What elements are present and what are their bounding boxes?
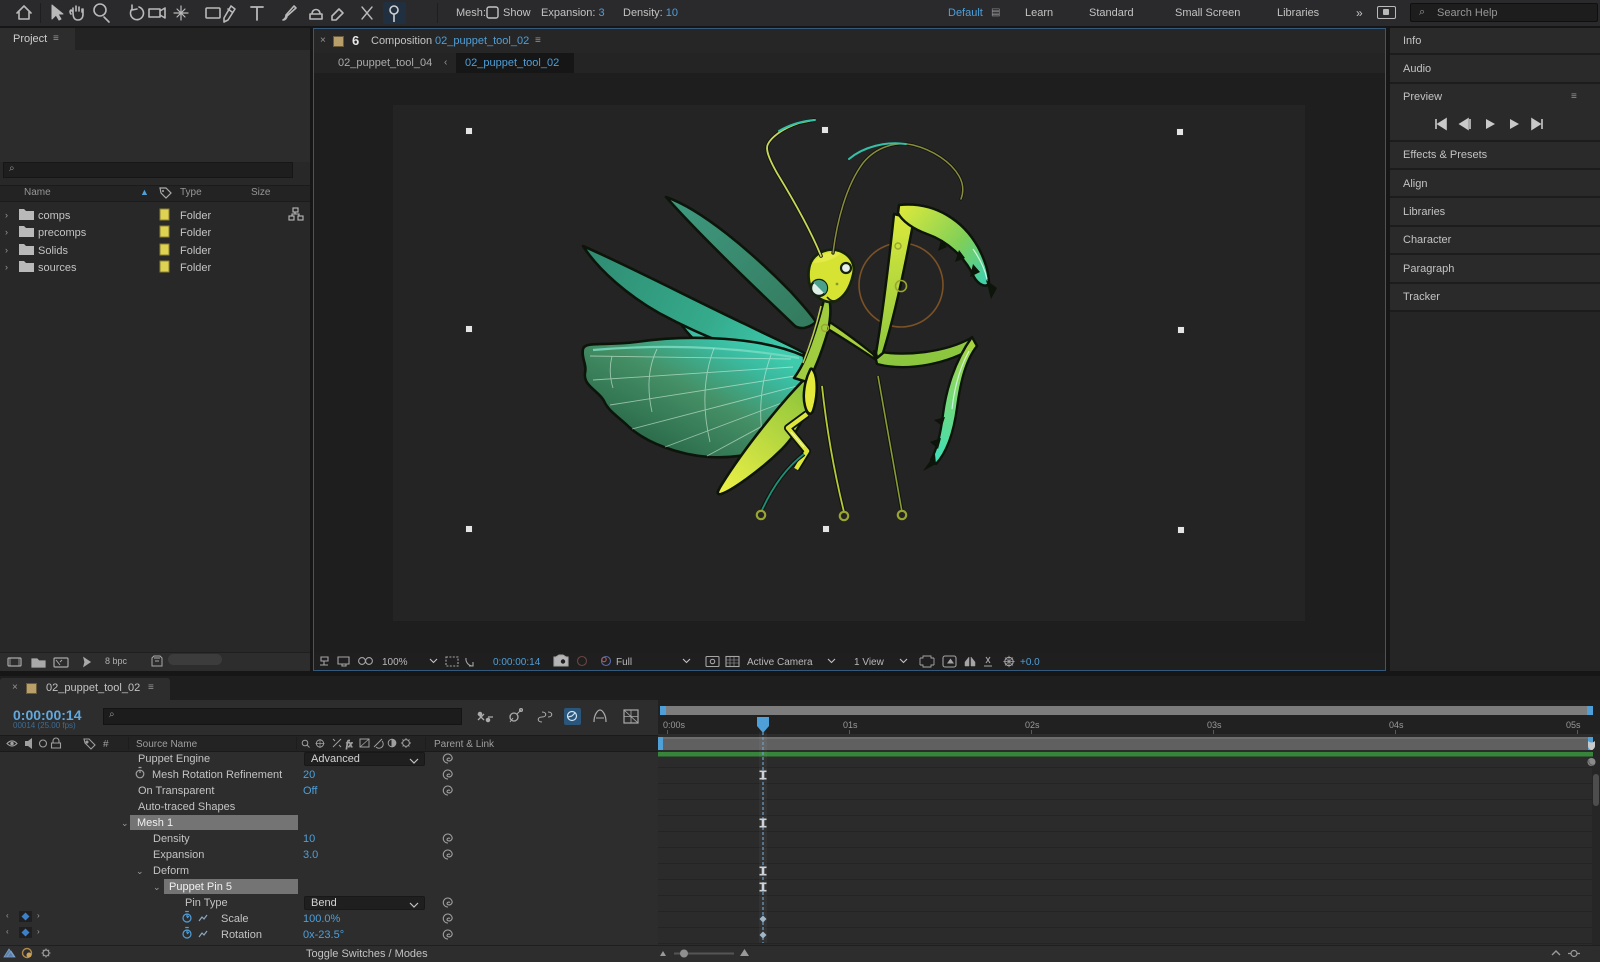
svg-text:02s: 02s — [1025, 720, 1040, 730]
svg-text:0:00:00:14: 0:00:00:14 — [493, 657, 541, 668]
svg-text:Folder: Folder — [180, 245, 212, 257]
svg-text:Active Camera: Active Camera — [747, 657, 813, 668]
svg-text:Folder: Folder — [180, 210, 212, 222]
svg-text:sources: sources — [38, 262, 77, 274]
svg-text:Parent & Link: Parent & Link — [434, 739, 495, 750]
svg-text:Source Name: Source Name — [136, 739, 198, 750]
svg-text:›: › — [5, 262, 8, 272]
svg-text:›: › — [5, 210, 8, 220]
svg-text:precomps: precomps — [38, 227, 87, 239]
svg-text:⌄: ⌄ — [153, 882, 161, 892]
svg-text:0:00s: 0:00s — [663, 720, 686, 730]
svg-text:03s: 03s — [1207, 720, 1222, 730]
svg-text:1 View: 1 View — [854, 657, 885, 668]
svg-text:›: › — [37, 927, 40, 936]
svg-text:05s: 05s — [1566, 720, 1581, 730]
svg-text:100%: 100% — [382, 657, 408, 668]
svg-text:‹: ‹ — [6, 911, 9, 920]
svg-text:Solids: Solids — [38, 245, 68, 257]
svg-text:fx: fx — [346, 739, 353, 749]
svg-text:01s: 01s — [843, 720, 858, 730]
svg-text:›: › — [5, 245, 8, 255]
svg-text:‹: ‹ — [6, 927, 9, 936]
svg-text:+0.0: +0.0 — [1020, 657, 1040, 668]
svg-text:#: # — [103, 739, 109, 750]
svg-text:›: › — [37, 911, 40, 920]
svg-text:›: › — [5, 227, 8, 237]
svg-text:Folder: Folder — [180, 227, 212, 239]
svg-text:⌄: ⌄ — [136, 866, 144, 876]
svg-text:⌄: ⌄ — [121, 818, 129, 828]
svg-text:Full: Full — [616, 657, 632, 668]
svg-text:comps: comps — [38, 210, 71, 222]
svg-text:04s: 04s — [1389, 720, 1404, 730]
svg-text:Folder: Folder — [180, 262, 212, 274]
